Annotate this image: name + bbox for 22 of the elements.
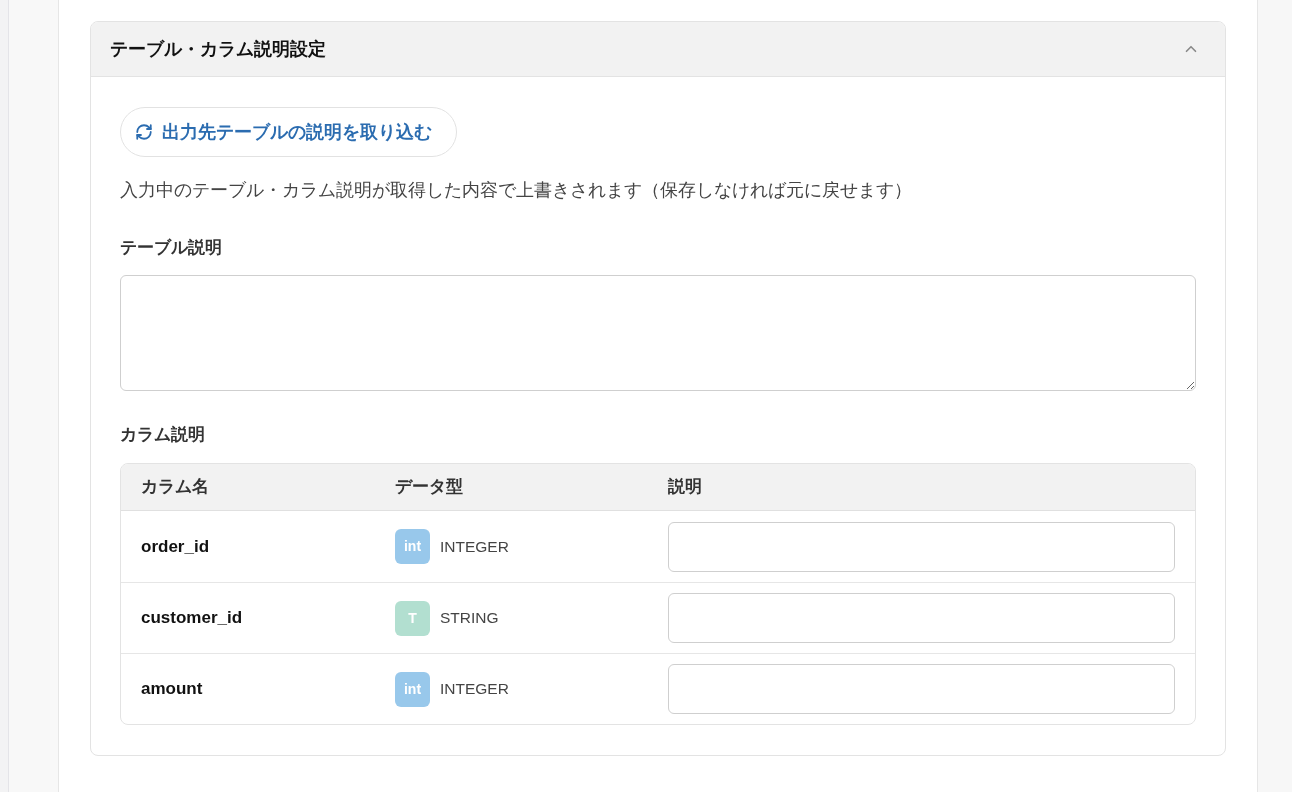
column-header: 説明 — [668, 476, 703, 499]
data-type: STRING — [440, 608, 499, 629]
column-name: order_id — [141, 535, 211, 558]
description-input[interactable] — [668, 593, 1175, 643]
description-input[interactable] — [668, 521, 1175, 572]
data-type: INTEGER — [440, 536, 509, 557]
column-name: customer_id — [141, 607, 244, 630]
column-description-label: カラム説明 — [120, 424, 206, 446]
type-badge: T — [395, 600, 430, 636]
column-name: amount — [141, 678, 204, 701]
overwrite-note: 入力中のテーブル・カラム説明が取得した内容で上書きされます（保存しなければ元に戻せます） — [120, 179, 913, 202]
table-description-field[interactable] — [120, 275, 1196, 391]
refresh-icon — [135, 123, 153, 141]
import-button[interactable]: 出力先テーブルの説明を取り込む — [120, 107, 457, 157]
data-type: INTEGER — [440, 679, 509, 700]
panel-title: テーブル・カラム説明設定 — [110, 37, 326, 61]
column-header: カラム名 — [141, 476, 210, 499]
type-badge: int — [395, 529, 430, 564]
table-description-label: テーブル説明 — [120, 237, 223, 259]
description-input[interactable] — [668, 664, 1175, 714]
type-badge: int — [395, 671, 430, 707]
column-header: データ型 — [395, 476, 464, 499]
